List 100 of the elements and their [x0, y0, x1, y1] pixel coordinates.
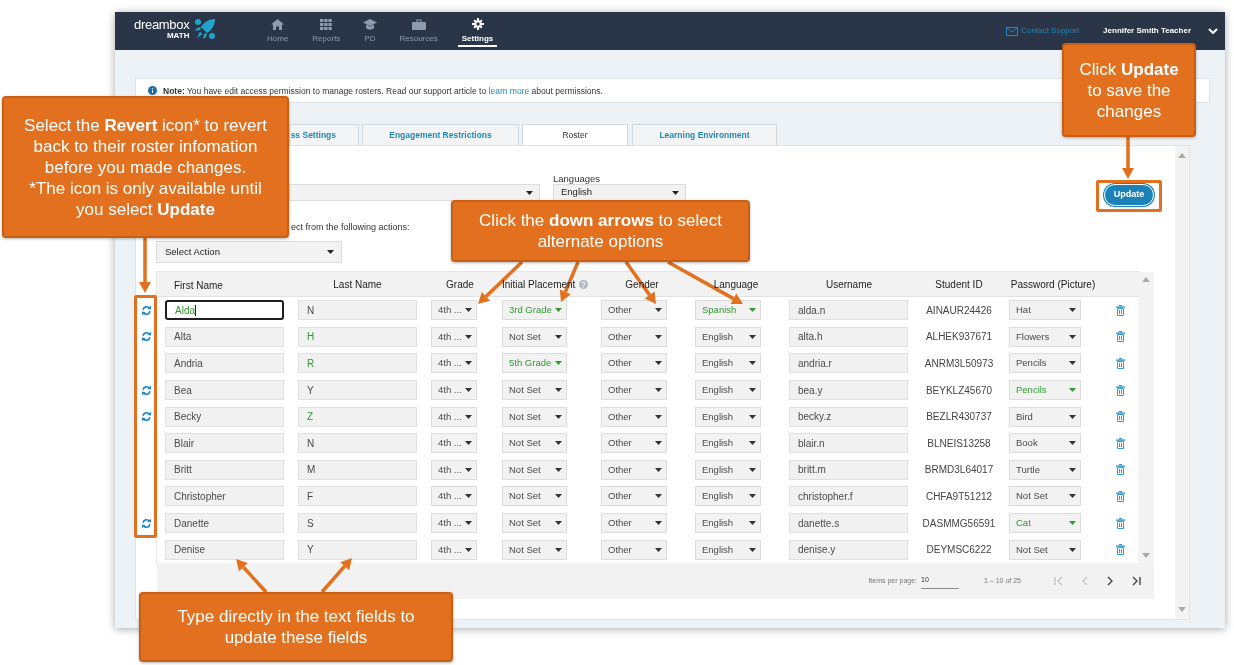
last-page-icon[interactable]: [1131, 575, 1141, 586]
grade-select[interactable]: 4th ...: [431, 513, 477, 534]
last-name-field[interactable]: Y: [298, 539, 417, 560]
gender-select[interactable]: Other: [601, 300, 667, 321]
delete-icon[interactable]: [1115, 331, 1125, 343]
grade-select[interactable]: 4th ...: [431, 433, 477, 454]
username-field[interactable]: bea.y: [789, 380, 908, 401]
update-button[interactable]: Update: [1104, 184, 1154, 206]
placement-select[interactable]: Not Set: [502, 433, 567, 454]
revert-icon[interactable]: [141, 331, 152, 343]
first-name-field[interactable]: Becky: [165, 406, 284, 427]
placement-select[interactable]: Not Set: [502, 380, 567, 401]
revert-icon[interactable]: [141, 384, 152, 396]
revert-icon[interactable]: [141, 517, 152, 529]
first-name-field[interactable]: Christopher: [165, 486, 284, 507]
scroll-down-icon[interactable]: [1142, 552, 1150, 558]
language-select[interactable]: English: [695, 513, 761, 534]
gender-select[interactable]: Other: [601, 353, 667, 374]
username-field[interactable]: alda.n: [789, 300, 908, 321]
scroll-up-icon[interactable]: [1142, 277, 1150, 282]
grade-select[interactable]: 4th ...: [431, 406, 477, 427]
username-field[interactable]: becky.z: [789, 406, 908, 427]
username-field[interactable]: denise.y: [789, 539, 908, 560]
gender-select[interactable]: Other: [601, 539, 667, 560]
gender-select[interactable]: Other: [601, 326, 667, 347]
gender-select[interactable]: Other: [601, 433, 667, 454]
delete-icon[interactable]: [1115, 358, 1125, 369]
language-select[interactable]: English: [695, 486, 761, 507]
scroll-up-icon[interactable]: [1178, 153, 1186, 158]
language-select[interactable]: English: [695, 406, 761, 427]
password-select[interactable]: Flowers: [1009, 326, 1081, 347]
first-name-field[interactable]: Denise: [165, 539, 284, 560]
revert-icon[interactable]: [141, 411, 152, 423]
first-name-field[interactable]: Andria: [165, 353, 284, 374]
password-select[interactable]: Not Set: [1009, 486, 1081, 507]
gender-select[interactable]: Other: [601, 406, 667, 427]
tab[interactable]: ss Settings: [289, 124, 359, 145]
language-select[interactable]: English: [695, 380, 761, 401]
language-select[interactable]: English: [695, 326, 761, 347]
username-field[interactable]: danette.s: [789, 513, 908, 534]
grade-select[interactable]: 4th ...: [431, 539, 477, 560]
first-name-field[interactable]: Bea: [165, 380, 284, 401]
grade-select[interactable]: 4th ...: [431, 353, 477, 374]
language-select[interactable]: English: [695, 433, 761, 454]
last-name-field[interactable]: Y: [298, 380, 417, 401]
tab[interactable]: Roster: [522, 124, 628, 145]
first-name-field[interactable]: Alta: [165, 326, 284, 347]
learn-more-link[interactable]: learn more: [488, 85, 530, 96]
placement-select[interactable]: Not Set: [502, 459, 567, 480]
filter-select[interactable]: [289, 184, 540, 201]
delete-icon[interactable]: [1115, 437, 1125, 449]
delete-icon[interactable]: [1115, 411, 1125, 423]
tab[interactable]: Learning Environment: [632, 124, 777, 145]
delete-icon[interactable]: [1115, 517, 1125, 529]
grade-select[interactable]: 4th ...: [431, 326, 477, 347]
last-name-field[interactable]: M: [298, 459, 417, 480]
gender-select[interactable]: Other: [601, 486, 667, 507]
username-field[interactable]: christopher.f: [789, 486, 908, 507]
grade-select[interactable]: 4th ...: [431, 459, 477, 480]
placement-select[interactable]: Not Set: [502, 326, 567, 347]
password-select[interactable]: Turtle: [1009, 459, 1081, 480]
password-select[interactable]: Hat: [1009, 300, 1081, 321]
placement-select[interactable]: Not Set: [502, 406, 567, 427]
gender-select[interactable]: Other: [601, 380, 667, 401]
nav-item[interactable]: Settings: [457, 18, 498, 47]
password-select[interactable]: Not Set: [1009, 539, 1081, 560]
first-name-field[interactable]: Blair: [165, 433, 284, 454]
placement-select[interactable]: Not Set: [502, 539, 567, 560]
placement-select[interactable]: Not Set: [502, 513, 567, 534]
first-name-field[interactable]: Britt: [165, 459, 284, 480]
revert-icon[interactable]: [141, 304, 152, 316]
username-field[interactable]: andria.r: [789, 353, 908, 374]
grade-select[interactable]: 4th ...: [431, 300, 477, 321]
last-name-field[interactable]: S: [298, 513, 417, 534]
delete-icon[interactable]: [1115, 384, 1125, 396]
grade-select[interactable]: 4th ...: [431, 380, 477, 401]
action-select[interactable]: Select Action: [156, 241, 342, 263]
nav-item[interactable]: PD: [360, 18, 380, 47]
password-select[interactable]: Book: [1009, 433, 1081, 454]
nav-item[interactable]: Home: [263, 18, 293, 47]
help-icon[interactable]: [579, 279, 589, 289]
first-name-field[interactable]: Danette: [165, 513, 284, 534]
last-name-field[interactable]: F: [298, 486, 417, 507]
password-select[interactable]: Bird: [1009, 406, 1081, 427]
language-select[interactable]: English: [695, 353, 761, 374]
first-name-field[interactable]: Alda: [165, 300, 284, 321]
delete-icon[interactable]: [1115, 490, 1125, 502]
tab[interactable]: Engagement Restrictions: [362, 124, 519, 145]
username-field[interactable]: blair.n: [789, 433, 908, 454]
nav-item[interactable]: Reports: [308, 18, 345, 47]
gender-select[interactable]: Other: [601, 459, 667, 480]
scroll-down-icon[interactable]: [1178, 607, 1186, 612]
placement-select[interactable]: Not Set: [502, 486, 567, 507]
last-name-field[interactable]: N: [298, 433, 417, 454]
delete-icon[interactable]: [1115, 464, 1125, 476]
gender-select[interactable]: Other: [601, 513, 667, 534]
last-name-field[interactable]: N: [298, 300, 417, 321]
password-select[interactable]: Pencils: [1009, 353, 1081, 374]
language-select[interactable]: English: [695, 539, 761, 560]
language-select[interactable]: English: [695, 459, 761, 480]
